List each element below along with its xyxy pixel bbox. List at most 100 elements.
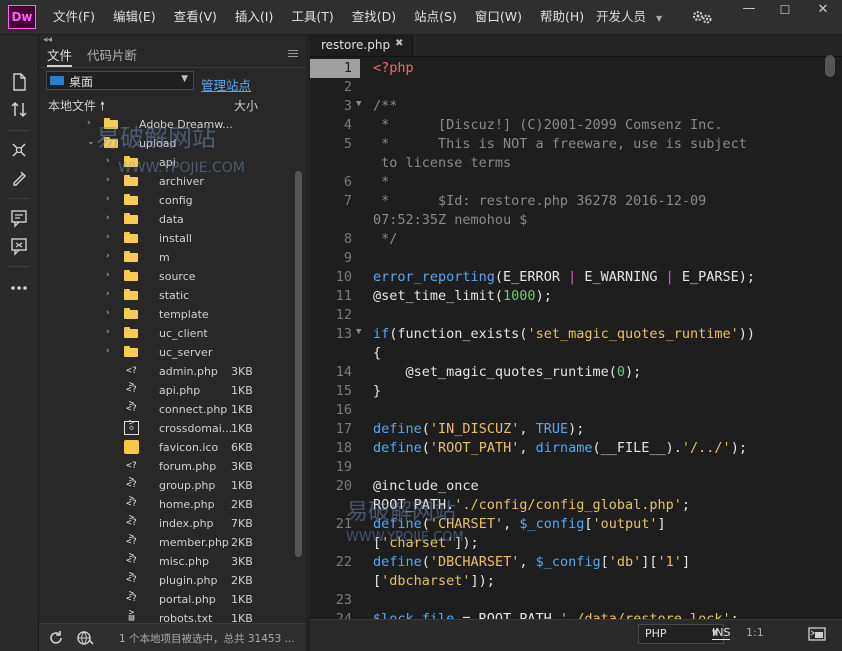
menu-help[interactable]: 帮助(H) <box>531 0 593 34</box>
folder-icon <box>124 194 138 205</box>
file-name: forum.php <box>159 460 217 473</box>
files-status-text: 1 个本地项目被选中，总共 31453 ... <box>119 633 295 645</box>
code-token: )) <box>738 326 756 342</box>
file-row[interactable]: <?> home.php 2KB <box>39 495 293 523</box>
chevron-right-icon[interactable]: › <box>106 213 110 223</box>
fold-toggle-icon[interactable]: ▼ <box>356 99 361 109</box>
collapse-panel-icon[interactable]: ◂◂ <box>43 35 52 45</box>
code-text: $lock_file = ROOT_PATH.'./data/restore.l… <box>373 611 739 619</box>
folder-row[interactable]: › data <box>39 210 293 229</box>
live-preview-icon[interactable] <box>808 626 826 641</box>
file-row[interactable]: <?> connect.php 1KB <box>39 400 293 428</box>
menu-edit[interactable]: 编辑(E) <box>104 0 165 34</box>
column-size[interactable]: 大小 <box>234 97 258 114</box>
file-row[interactable]: <?> group.php 1KB <box>39 476 293 504</box>
menu-file[interactable]: 文件(F) <box>44 0 104 34</box>
tag-inspector-icon[interactable] <box>8 139 30 161</box>
folder-row[interactable]: › source <box>39 267 293 286</box>
folder-row[interactable]: › static <box>39 286 293 305</box>
document-tab[interactable]: restore.php ✖ <box>310 35 413 56</box>
line-number: 6 <box>343 174 352 190</box>
files-scrollbar[interactable] <box>295 171 302 557</box>
chevron-right-icon[interactable]: › <box>87 118 91 128</box>
chevron-down-icon[interactable]: ⌄ <box>87 137 95 147</box>
file-row[interactable]: <?> portal.php 1KB <box>39 590 293 618</box>
code-line: 7 * $Id: restore.php 36278 2016-12-09 <box>310 192 830 211</box>
folder-icon <box>124 327 138 338</box>
file-transfer-icon[interactable] <box>8 99 30 121</box>
chevron-right-icon[interactable]: › <box>106 327 110 337</box>
folder-row[interactable]: › install <box>39 229 293 248</box>
open-document-icon[interactable] <box>8 71 30 93</box>
file-name: uc_client <box>159 327 208 340</box>
close-icon[interactable]: ✕ <box>808 0 838 20</box>
file-size: 1KB <box>231 479 253 492</box>
folder-row[interactable]: › m <box>39 248 293 267</box>
line-number: 2 <box>343 79 352 95</box>
file-size: 1KB <box>231 384 253 397</box>
chevron-right-icon[interactable]: › <box>106 346 110 356</box>
code-text: error_reporting(E_ERROR | E_WARNING | E_… <box>373 269 755 285</box>
file-row[interactable]: <?> member.php 2KB <box>39 533 293 561</box>
code-line: 11 @set_time_limit(1000); <box>310 287 830 306</box>
code-token: * [Discuz!] (C)2001-2099 Comsenz Inc. <box>373 117 723 133</box>
file-row[interactable]: <?> api.php 1KB <box>39 381 293 409</box>
sync-settings-icon[interactable] <box>690 8 716 26</box>
maximize-icon[interactable]: ☐ <box>770 0 800 20</box>
code-token: { <box>373 345 382 361</box>
code-format-icon[interactable] <box>8 167 30 189</box>
menu-site[interactable]: 站点(S) <box>405 0 466 34</box>
chevron-right-icon[interactable]: › <box>106 175 110 185</box>
workspace-switcher[interactable]: 开发人员 ▼ <box>596 0 662 34</box>
minimize-icon[interactable]: — <box>734 0 764 20</box>
file-size: 1KB <box>231 403 253 416</box>
file-size: 1KB <box>231 593 253 606</box>
chevron-right-icon[interactable]: › <box>106 194 110 204</box>
menu-find[interactable]: 查找(D) <box>343 0 405 34</box>
code-token: 'DBCHARSET' <box>429 554 520 570</box>
more-tools-icon[interactable] <box>8 277 30 299</box>
folder-row[interactable]: › uc_client <box>39 324 293 343</box>
code-scrollbar[interactable] <box>825 55 835 77</box>
tab-snippets[interactable]: 代码片断 <box>87 45 137 67</box>
chevron-right-icon[interactable]: › <box>106 308 110 318</box>
site-selector[interactable]: 桌面 ▼ <box>46 71 194 90</box>
code-token: ]); <box>470 573 495 589</box>
chevron-right-icon[interactable]: › <box>106 251 110 261</box>
folder-row[interactable]: › uc_server <box>39 343 293 362</box>
folder-row[interactable]: › template <box>39 305 293 324</box>
code-token: 'set_magic_quotes_runtime' <box>527 326 739 342</box>
panel-menu-icon[interactable] <box>288 50 298 60</box>
insert-mode-indicator[interactable]: INS <box>712 626 731 640</box>
file-row[interactable]: <?> index.php 7KB <box>39 514 293 542</box>
folder-row[interactable]: › config <box>39 191 293 210</box>
code-text: @include_once <box>373 478 479 494</box>
chevron-right-icon[interactable]: › <box>106 270 110 280</box>
file-row[interactable]: ◇ crossdomai... 1KB <box>39 419 293 438</box>
menu-tools[interactable]: 工具(T) <box>282 0 342 34</box>
file-row[interactable]: favicon.ico 6KB <box>39 438 293 457</box>
file-size: 2KB <box>231 536 253 549</box>
code-token: TRUE <box>535 421 569 437</box>
code-token: @include_once <box>373 478 479 494</box>
menu-window[interactable]: 窗口(W) <box>466 0 531 34</box>
chevron-right-icon[interactable]: › <box>106 156 110 166</box>
tab-files[interactable]: 文件 <box>47 45 73 67</box>
manage-sites-link[interactable]: 管理站点 <box>201 75 251 94</box>
chevron-right-icon[interactable]: › <box>106 289 110 299</box>
close-tab-icon[interactable]: ✖ <box>395 38 403 49</box>
fold-toggle-icon[interactable]: ▼ <box>356 327 361 337</box>
refresh-icon[interactable] <box>48 630 64 646</box>
file-row[interactable]: <?> forum.php 3KB <box>39 457 293 485</box>
globe-connect-icon[interactable] <box>76 630 94 646</box>
chevron-right-icon[interactable]: › <box>106 232 110 242</box>
file-row[interactable]: <?> admin.php 3KB <box>39 362 293 390</box>
comment-icon[interactable] <box>8 207 30 229</box>
menu-view[interactable]: 查看(V) <box>165 0 226 34</box>
file-row[interactable]: <?> plugin.php 2KB <box>39 571 293 599</box>
uncomment-icon[interactable] <box>8 235 30 257</box>
file-row[interactable]: <?> misc.php 3KB <box>39 552 293 580</box>
code-token: define <box>373 421 422 437</box>
line-number: 10 <box>335 269 352 285</box>
menu-insert[interactable]: 插入(I) <box>226 0 282 34</box>
